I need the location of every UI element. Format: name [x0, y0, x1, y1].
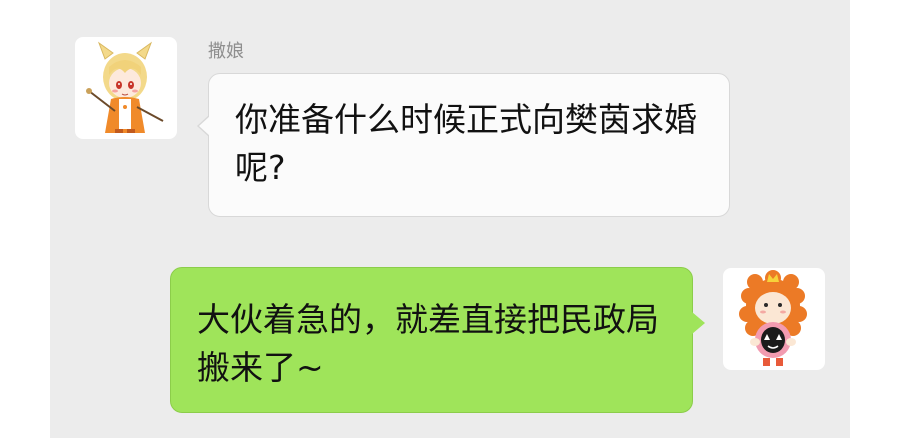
lion-avatar-icon: [739, 270, 807, 366]
cat-girl-avatar-icon: [86, 41, 164, 133]
sender-name: 撒娘: [208, 41, 244, 62]
outgoing-message-bubble[interactable]: 大伙着急的，就差直接把民政局搬来了~: [170, 267, 705, 413]
incoming-message-text: 你准备什么时候正式向樊茵求婚呢?: [235, 100, 697, 187]
incoming-message-bubble[interactable]: 你准备什么时候正式向樊茵求婚呢?: [197, 73, 730, 217]
sender-avatar[interactable]: [75, 37, 177, 139]
own-avatar[interactable]: [723, 268, 825, 370]
outgoing-message-text: 大伙着急的，就差直接把民政局搬来了~: [197, 300, 659, 387]
